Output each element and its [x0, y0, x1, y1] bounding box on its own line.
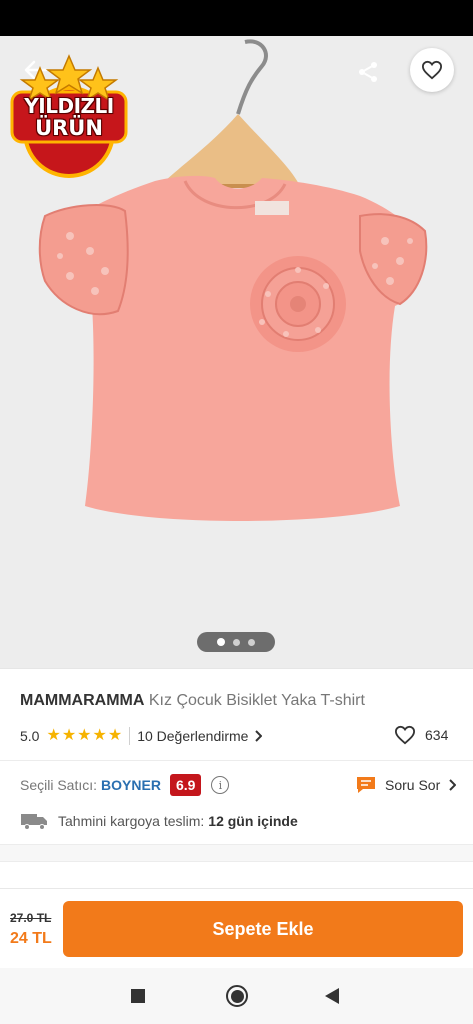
star-icon: ★	[61, 727, 77, 744]
info-icon[interactable]: i	[211, 776, 230, 794]
delivery-label: Tahmini kargoya teslim:	[58, 813, 205, 829]
pagination-dot[interactable]	[233, 638, 240, 646]
favorite-count[interactable]: 634	[394, 725, 448, 745]
share-button[interactable]	[350, 54, 386, 90]
share-icon	[359, 62, 377, 82]
chat-icon	[357, 777, 375, 793]
brand-name[interactable]: MAMMARAMMA	[20, 692, 144, 709]
rating-value: 5.0	[20, 728, 40, 744]
badge-text-line1: YILDIZLI	[24, 94, 114, 118]
heart-icon	[421, 60, 443, 80]
chevron-right-icon	[449, 779, 457, 791]
seller-score-badge: 6.9	[169, 774, 202, 796]
purchase-bar: 27.0 TL 24 TL Sepete Ekle	[0, 888, 473, 968]
ask-question-button[interactable]: Soru Sor	[355, 772, 457, 798]
image-pagination[interactable]	[197, 632, 275, 652]
seller-row: Seçili Satıcı: BOYNER 6.9 i	[20, 772, 230, 798]
chevron-right-icon	[255, 730, 263, 742]
system-navigation-bar	[0, 968, 473, 1024]
favorite-button[interactable]	[410, 48, 454, 92]
product-title: MAMMARAMMA Kız Çocuk Bisiklet Yaka T-shi…	[20, 692, 460, 710]
old-price: 27.0 TL	[10, 911, 52, 925]
badge-text-line2: ÜRÜN	[35, 116, 103, 140]
star-icon: ★	[77, 727, 92, 744]
truck-icon	[21, 814, 47, 830]
add-to-cart-button[interactable]: Sepete Ekle	[63, 901, 463, 957]
divider	[0, 760, 473, 761]
current-price: 24 TL	[10, 930, 52, 947]
divider	[129, 727, 131, 745]
seller-name-link[interactable]: BOYNER	[101, 777, 161, 793]
product-name: Kız Çocuk Bisiklet Yaka T-shirt	[148, 692, 365, 709]
back-triangle-icon[interactable]	[325, 988, 339, 1004]
reviews-label: 10 Değerlendirme	[137, 728, 249, 744]
favorite-count-value: 634	[425, 727, 449, 743]
reviews-link[interactable]: 10 Değerlendirme	[137, 728, 263, 744]
status-bar	[0, 0, 473, 36]
star-icon: ★	[107, 727, 123, 744]
star-icon: ★	[92, 727, 107, 744]
delivery-days: 12 gün içinde	[208, 813, 298, 829]
star-icon: ★	[46, 727, 61, 744]
ask-question-label: Soru Sor	[385, 777, 441, 793]
pagination-dot[interactable]	[217, 638, 225, 646]
heart-icon	[394, 725, 416, 745]
home-icon[interactable]	[226, 985, 248, 1007]
recent-apps-icon[interactable]	[131, 989, 145, 1003]
divider	[0, 668, 473, 669]
section-separator	[0, 844, 473, 862]
pagination-dot[interactable]	[248, 638, 255, 646]
delivery-info: Tahmini kargoya teslim: 12 gün içinde	[20, 810, 298, 832]
star-product-badge: YILDIZLI ÜRÜN	[10, 52, 128, 178]
seller-label: Seçili Satıcı:	[20, 777, 98, 793]
star-rating: ★ ★ ★ ★ ★	[46, 728, 122, 744]
product-image-gallery[interactable]: YILDIZLI ÜRÜN	[0, 36, 473, 668]
